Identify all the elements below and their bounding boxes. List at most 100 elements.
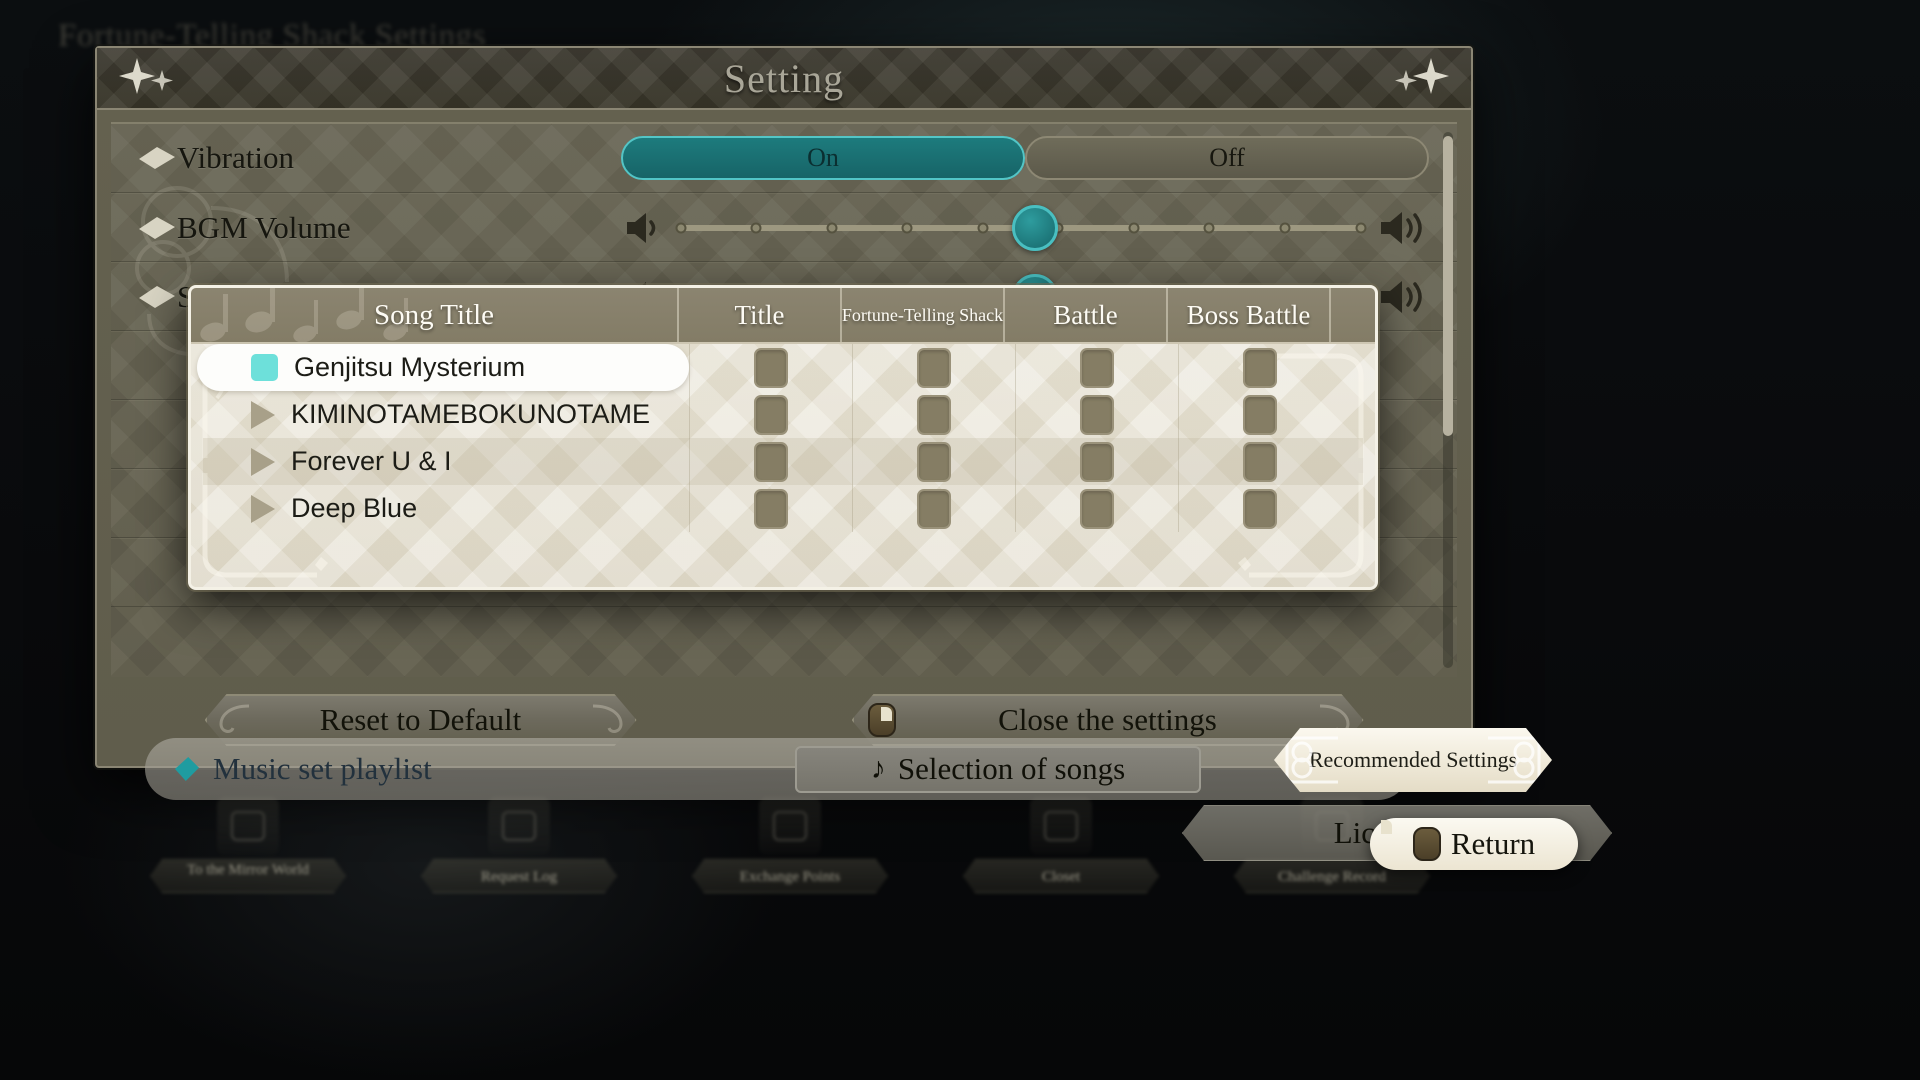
setting-row-bgm-volume[interactable]: BGM Volume xyxy=(111,193,1457,262)
song-selection-panel: Song Title Title Fortune-Telling Shack B… xyxy=(188,285,1378,590)
checkbox[interactable] xyxy=(754,347,788,388)
play-icon[interactable] xyxy=(251,400,275,429)
checkbox[interactable] xyxy=(1243,441,1277,482)
hud-item[interactable]: Request Log xyxy=(421,797,617,893)
settings-scrollbar-thumb[interactable] xyxy=(1443,136,1453,436)
song-check-boss[interactable] xyxy=(1178,485,1341,532)
column-header-title[interactable]: Title xyxy=(677,288,840,342)
song-title-label: KIMINOTAMEBOKUNOTAME xyxy=(291,399,651,429)
scroll-flourish-icon xyxy=(1484,735,1542,785)
checkbox[interactable] xyxy=(1080,347,1114,388)
speaker-high-icon xyxy=(1381,211,1422,244)
column-header-song-title[interactable]: Song Title xyxy=(191,288,677,342)
hud-item-label: Exchange Points xyxy=(692,859,888,893)
hud-item[interactable]: Closet xyxy=(963,797,1159,893)
diamond-bullet-icon xyxy=(139,285,175,308)
checkbox[interactable] xyxy=(917,394,951,435)
settings-modal-header: Setting xyxy=(97,48,1471,110)
mirror-icon xyxy=(217,797,279,855)
song-check-shack[interactable] xyxy=(852,391,1015,438)
vibration-on-button[interactable]: On xyxy=(621,136,1025,180)
checkbox[interactable] xyxy=(917,347,951,388)
song-row[interactable]: Forever U & I xyxy=(203,438,1363,485)
song-check-boss[interactable] xyxy=(1178,344,1341,391)
song-title-label: Forever U & I xyxy=(291,446,452,476)
diamond-bullet-icon xyxy=(139,216,175,239)
hud-item-label: To the Mirror World xyxy=(150,859,346,893)
checkbox[interactable] xyxy=(1243,488,1277,529)
return-button[interactable]: Return xyxy=(1370,818,1578,870)
music-set-playlist-label: Music set playlist xyxy=(213,751,432,786)
speaker-low-icon xyxy=(627,212,656,243)
song-check-shack[interactable] xyxy=(852,485,1015,532)
music-set-playlist-label-group: Music set playlist xyxy=(163,751,432,787)
bgm-volume-control xyxy=(621,194,1429,261)
song-check-shack[interactable] xyxy=(852,438,1015,485)
column-header-fortune-telling-shack[interactable]: Fortune-Telling Shack xyxy=(840,288,1003,342)
checkbox[interactable] xyxy=(754,441,788,482)
checkbox[interactable] xyxy=(754,488,788,529)
song-check-title[interactable] xyxy=(689,344,852,391)
wardrobe-icon xyxy=(1030,797,1092,855)
point-icon xyxy=(759,797,821,855)
sparkle-icon xyxy=(1395,58,1449,94)
hud-item[interactable]: Exchange Points xyxy=(692,797,888,893)
bgm-volume-slider[interactable] xyxy=(675,204,1367,251)
checkbox[interactable] xyxy=(1080,394,1114,435)
song-check-title[interactable] xyxy=(689,391,852,438)
return-label: Return xyxy=(1450,826,1536,861)
scroll-flourish-icon xyxy=(215,702,255,742)
play-icon[interactable] xyxy=(251,494,275,523)
settings-modal-title: Setting xyxy=(723,55,845,101)
selection-of-songs-label: Selection of songs xyxy=(897,751,1126,786)
song-row[interactable]: Deep Blue xyxy=(203,485,1363,532)
diamond-bullet-icon xyxy=(139,147,175,169)
song-check-boss[interactable] xyxy=(1178,438,1341,485)
column-header-spacer xyxy=(1329,288,1375,342)
bgm-volume-knob[interactable] xyxy=(1011,204,1058,251)
music-note-icon: ♪ xyxy=(870,752,886,785)
song-row[interactable]: KIMINOTAMEBOKUNOTAME xyxy=(203,391,1363,438)
song-name-cell[interactable]: Genjitsu Mysterium xyxy=(197,344,689,391)
song-name-cell[interactable]: Forever U & I xyxy=(203,438,689,485)
song-check-battle[interactable] xyxy=(1015,391,1178,438)
column-header-boss-battle[interactable]: Boss Battle xyxy=(1166,288,1329,342)
setting-label: BGM Volume xyxy=(177,209,351,245)
vibration-off-button[interactable]: Off xyxy=(1025,136,1429,180)
diamond-bullet-icon xyxy=(175,757,199,781)
settings-scrollbar[interactable] xyxy=(1443,132,1453,668)
mouse-button-icon xyxy=(1412,827,1441,861)
stop-icon[interactable] xyxy=(251,354,278,381)
song-row[interactable]: Genjitsu Mysterium xyxy=(197,344,1363,391)
song-check-title[interactable] xyxy=(689,485,852,532)
song-name-cell[interactable]: Deep Blue xyxy=(203,485,689,532)
song-table-header: Song Title Title Fortune-Telling Shack B… xyxy=(191,288,1375,344)
checkbox[interactable] xyxy=(1080,488,1114,529)
reset-to-default-label: Reset to Default xyxy=(319,702,522,737)
hud-item[interactable]: To the Mirror World xyxy=(150,797,346,893)
checkbox[interactable] xyxy=(917,441,951,482)
song-name-cell[interactable]: KIMINOTAMEBOKUNOTAME xyxy=(203,391,689,438)
column-header-battle[interactable]: Battle xyxy=(1003,288,1166,342)
song-title-label: Genjitsu Mysterium xyxy=(294,352,526,382)
song-check-boss[interactable] xyxy=(1178,391,1341,438)
checkbox[interactable] xyxy=(754,394,788,435)
checkbox[interactable] xyxy=(1243,347,1277,388)
checkbox[interactable] xyxy=(1080,441,1114,482)
scroll-icon xyxy=(488,797,550,855)
checkbox[interactable] xyxy=(1243,394,1277,435)
song-check-title[interactable] xyxy=(689,438,852,485)
song-check-battle[interactable] xyxy=(1015,485,1178,532)
selection-of-songs-button[interactable]: ♪ Selection of songs xyxy=(795,745,1201,793)
recommended-settings-button[interactable]: Recommended Settings xyxy=(1274,728,1552,792)
mouse-button-icon xyxy=(868,703,896,737)
song-check-shack[interactable] xyxy=(852,344,1015,391)
music-set-playlist-row[interactable]: Music set playlist ♪ Selection of songs xyxy=(145,738,1409,800)
play-icon[interactable] xyxy=(251,447,275,476)
setting-row-vibration[interactable]: Vibration On Off xyxy=(111,124,1457,193)
song-check-battle[interactable] xyxy=(1015,344,1178,391)
checkbox[interactable] xyxy=(917,488,951,529)
setting-label: Vibration xyxy=(177,140,294,175)
song-check-battle[interactable] xyxy=(1015,438,1178,485)
song-table-body: Genjitsu Mysterium KIMINOTAMEBOKUNOTAME xyxy=(191,344,1375,587)
